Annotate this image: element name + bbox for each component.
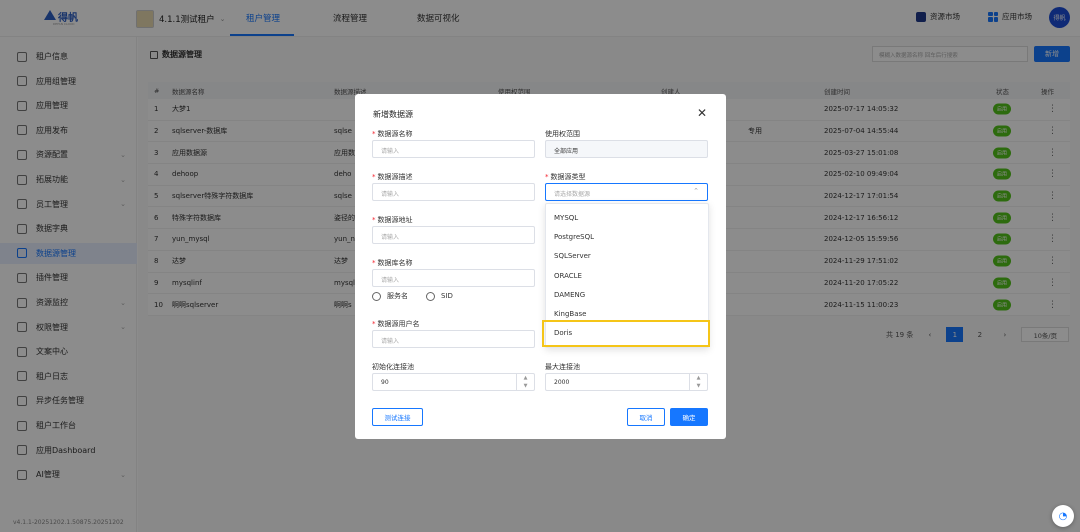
field-label-desc: * 数据源描述 [372,173,413,181]
init-pool-stepper[interactable]: ▲ ▼ [516,374,534,390]
radio-sid[interactable] [426,291,435,301]
type-option-oracle[interactable]: ORACLE [554,272,582,280]
init-pool-value: 90 [381,379,389,386]
datasource-name-input[interactable]: 请输入 [372,140,535,158]
type-select-placeholder: 请选择数据源 [554,191,591,198]
field-label-scope: 使用权范围 [545,130,580,138]
service-type-radio-group: 服务名 SID [372,291,453,301]
radio-service[interactable] [372,291,381,301]
field-label-user: * 数据源用户名 [372,320,420,328]
scope-field: 全部应用 [545,140,708,158]
chevron-up-icon: ⌃ [693,187,699,195]
cancel-button[interactable]: 取消 [627,408,665,426]
highlight-box [542,320,710,347]
field-label-name: * 数据源名称 [372,130,413,138]
max-pool-input[interactable]: 2000 ▲ ▼ [545,373,708,391]
field-label-init-pool: 初始化连接池 [372,363,414,371]
datasource-desc-input[interactable]: 请输入 [372,183,535,201]
type-option-kingbase[interactable]: KingBase [554,310,586,318]
type-option-sqlserver[interactable]: SQLServer [554,252,591,260]
field-label-max-pool: 最大连接池 [545,363,580,371]
radio-sid-label: SID [441,292,453,300]
modal-title: 新增数据源 [373,110,413,119]
test-connection-button[interactable]: 测试连接 [372,408,423,426]
datasource-addr-input[interactable]: 请输入 [372,226,535,244]
datasource-user-input[interactable]: 请输入 [372,330,535,348]
init-pool-input[interactable]: 90 ▲ ▼ [372,373,535,391]
radio-service-label: 服务名 [387,292,408,300]
field-label-addr: * 数据源地址 [372,216,413,224]
type-option-postgresql[interactable]: PostgreSQL [554,233,594,241]
confirm-button[interactable]: 确定 [670,408,708,426]
field-label-db: * 数据库名称 [372,259,413,267]
db-name-input[interactable]: 请输入 [372,269,535,287]
close-icon[interactable]: ✕ [697,106,707,120]
assistant-float-button[interactable]: ◔ [1052,505,1074,527]
max-pool-value: 2000 [554,379,570,386]
type-option-dameng[interactable]: DAMENG [554,291,585,299]
datasource-type-select[interactable]: 请选择数据源 ⌃ [545,183,708,201]
field-label-type: * 数据源类型 [545,173,586,181]
type-option-mysql[interactable]: MYSQL [554,214,578,222]
max-pool-stepper[interactable]: ▲ ▼ [689,374,707,390]
